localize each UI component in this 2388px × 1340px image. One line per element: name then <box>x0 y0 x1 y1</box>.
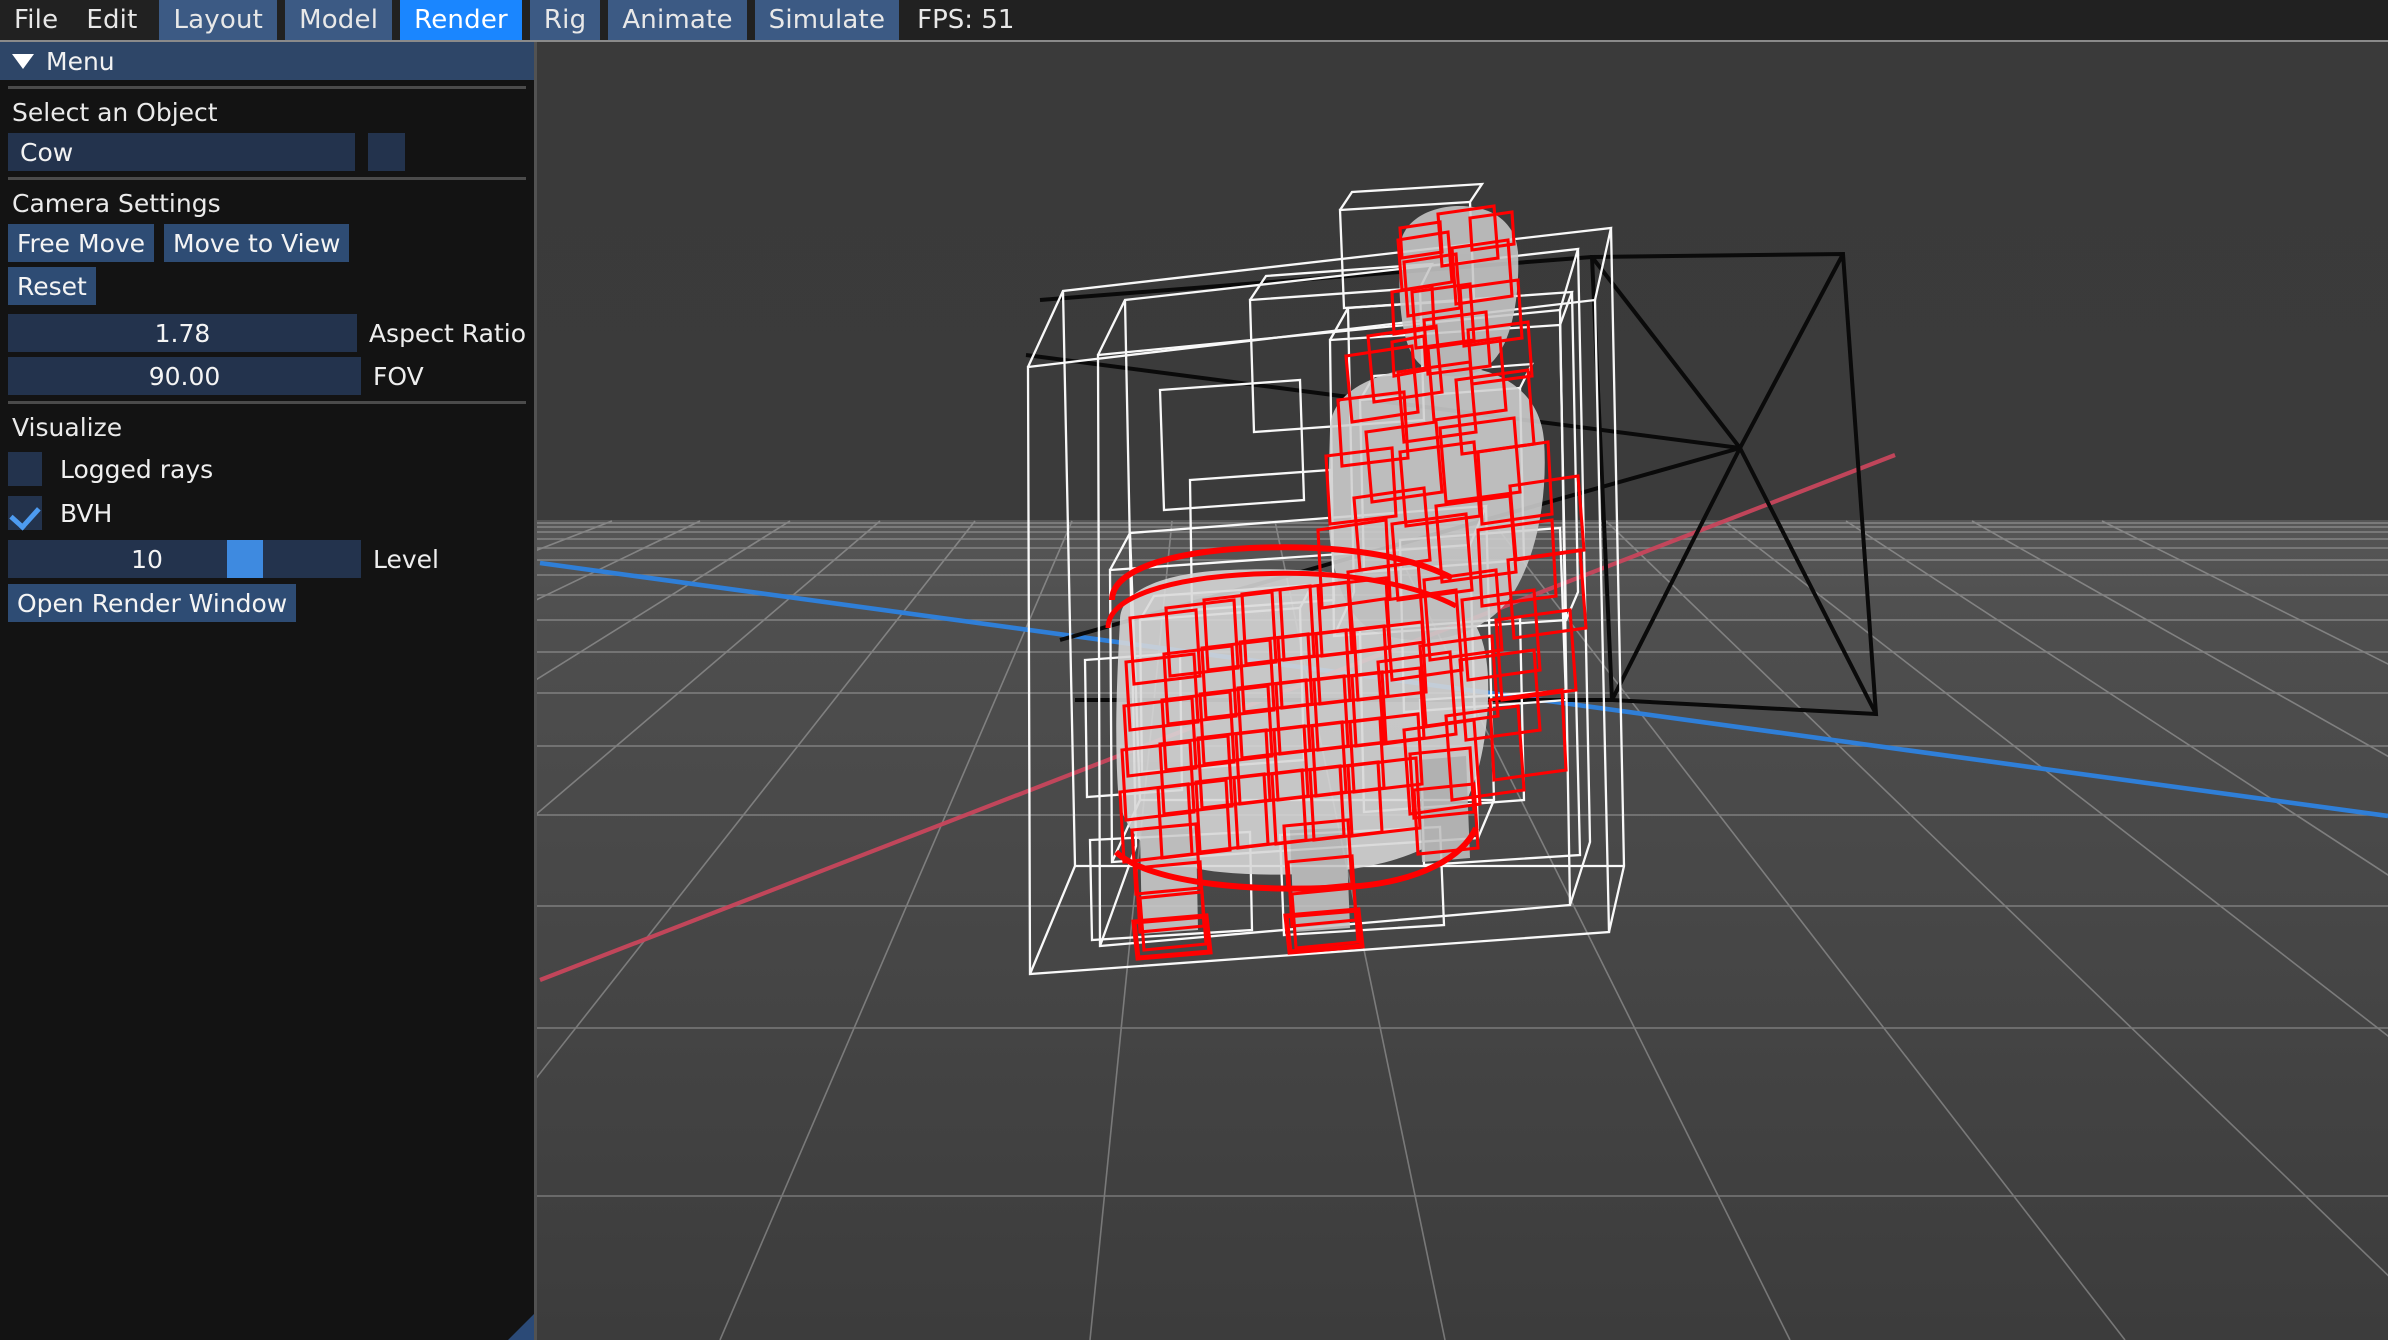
aspect-ratio-value: 1.78 <box>154 318 211 348</box>
menu-divider <box>521 0 530 40</box>
camera-buttons-row-1: Free Move Move to View <box>0 224 534 262</box>
menu-model[interactable]: Model <box>285 0 393 40</box>
fov-row: 90.00 FOV <box>0 357 534 395</box>
select-object-label: Select an Object <box>12 98 218 127</box>
fov-value: 90.00 <box>148 361 221 391</box>
bvh-level-slider-handle[interactable] <box>226 540 263 578</box>
render-settings-panel: Menu Select an Object Cow Camera Setting… <box>0 42 537 1340</box>
menu-render[interactable]: Render <box>400 0 522 40</box>
fov-slider[interactable]: 90.00 <box>8 357 361 395</box>
menu-edit[interactable]: Edit <box>72 0 152 40</box>
panel-header[interactable]: Menu <box>0 42 534 80</box>
bvh-row: BVH <box>0 492 534 530</box>
open-render-window-row: Open Render Window <box>0 584 534 622</box>
level-row: 10 Level <box>0 540 534 578</box>
panel-title-label: Menu <box>46 46 115 76</box>
menu-animate[interactable]: Animate <box>608 0 747 40</box>
free-move-button[interactable]: Free Move <box>8 224 155 262</box>
bvh-level-slider[interactable]: 10 <box>8 540 361 578</box>
bvh-checkbox[interactable] <box>8 496 42 530</box>
menu-simulate[interactable]: Simulate <box>754 0 900 40</box>
move-to-view-button[interactable]: Move to View <box>164 224 350 262</box>
aspect-ratio-row: 1.78 Aspect Ratio <box>0 314 534 352</box>
reset-camera-button[interactable]: Reset <box>8 267 96 305</box>
menu-divider <box>746 0 755 40</box>
bvh-level-label: Level <box>373 544 439 574</box>
aspect-ratio-label: Aspect Ratio <box>368 318 526 348</box>
aspect-ratio-slider[interactable]: 1.78 <box>8 314 357 352</box>
bvh-level-value: 10 <box>131 544 163 574</box>
menu-rig[interactable]: Rig <box>529 0 601 40</box>
object-select-input[interactable]: Cow <box>8 133 355 171</box>
menu-divider <box>151 0 160 40</box>
menu-divider <box>392 0 401 40</box>
menu-layout[interactable]: Layout <box>159 0 278 40</box>
fps-counter: FPS: 51 <box>899 0 1033 40</box>
menu-file[interactable]: File <box>0 0 73 40</box>
select-object-row: Cow <box>0 133 534 171</box>
logged-rays-row: Logged rays <box>0 448 534 486</box>
fov-label: FOV <box>373 361 424 391</box>
panel-resize-grip[interactable] <box>508 1314 534 1340</box>
visualize-label: Visualize <box>12 413 123 442</box>
menubar-filler <box>1032 0 2388 40</box>
menu-divider <box>600 0 609 40</box>
triangle-down-icon <box>12 53 34 69</box>
open-render-window-button[interactable]: Open Render Window <box>8 584 297 622</box>
camera-buttons-row-2: Reset <box>0 267 534 305</box>
logged-rays-label: Logged rays <box>60 454 214 484</box>
logged-rays-checkbox[interactable] <box>8 452 42 486</box>
app-root: File Edit Layout Model Render Rig Animat… <box>0 0 2388 1340</box>
bvh-label: BVH <box>60 498 113 528</box>
menubar: File Edit Layout Model Render Rig Animat… <box>0 0 2388 42</box>
object-select-dropdown-button[interactable] <box>368 133 405 171</box>
menu-divider <box>277 0 286 40</box>
camera-settings-label: Camera Settings <box>12 189 221 218</box>
